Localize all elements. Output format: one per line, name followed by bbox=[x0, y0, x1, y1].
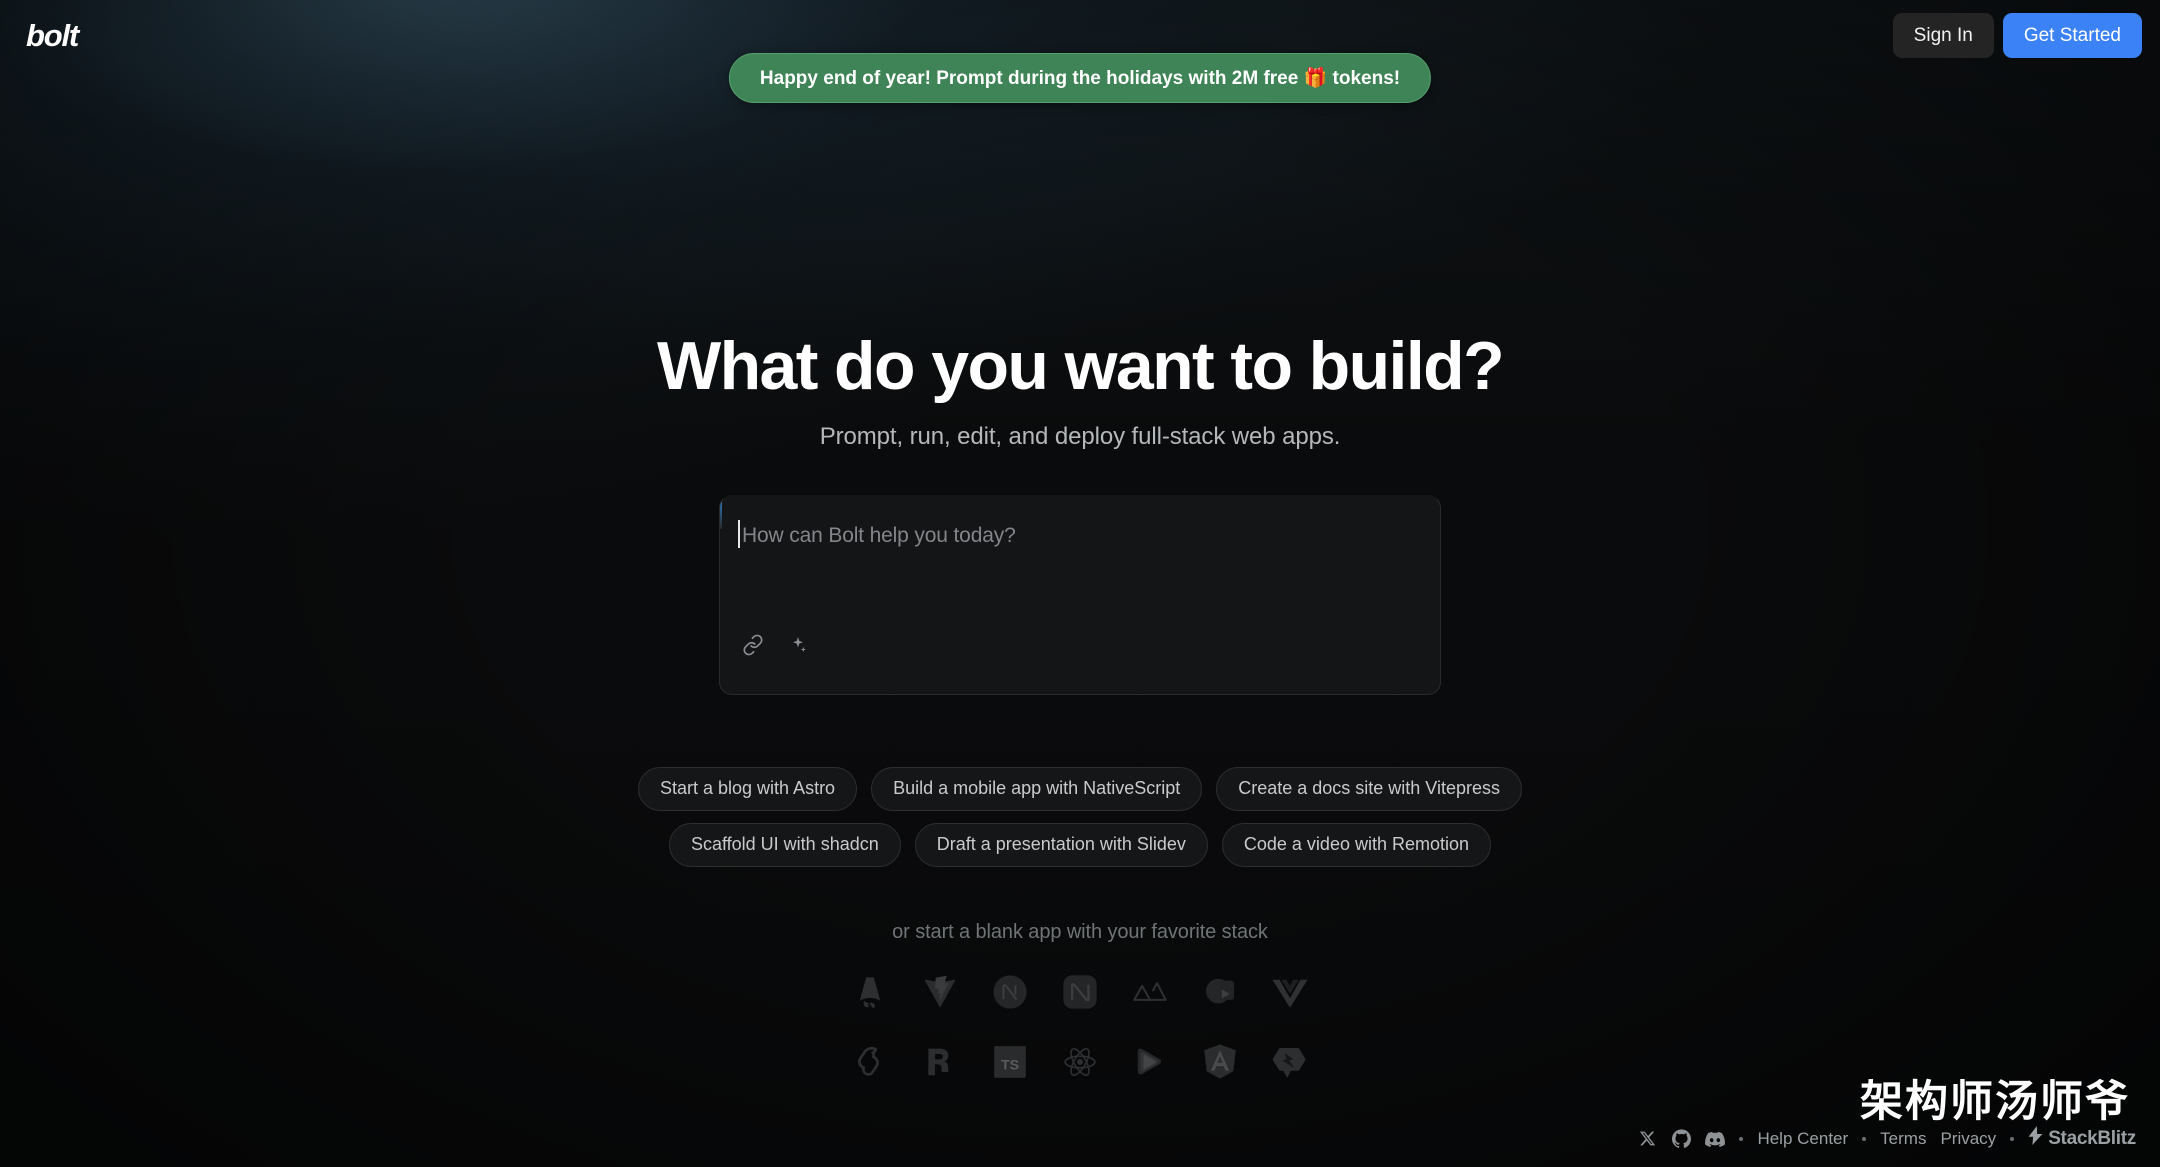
svelte-icon[interactable] bbox=[838, 1030, 902, 1094]
qwik-circle-icon[interactable] bbox=[1188, 960, 1252, 1024]
footer-social-icons bbox=[1637, 1129, 1726, 1149]
prompt-input-box[interactable]: How can Bolt help you today? bbox=[719, 495, 1441, 696]
footer-link-privacy[interactable]: Privacy bbox=[1940, 1129, 1996, 1149]
page-subtitle: Prompt, run, edit, and deploy full-stack… bbox=[819, 423, 1341, 451]
bolt-landing-page: bolt Sign In Get Started Happy end of ye… bbox=[0, 0, 2160, 1167]
react-icon[interactable] bbox=[1048, 1030, 1112, 1094]
page-title: What do you want to build? bbox=[656, 328, 1505, 404]
footer-separator-dot bbox=[1862, 1136, 1867, 1141]
typescript-icon[interactable]: TS bbox=[978, 1030, 1042, 1094]
stackblitz-brand[interactable]: StackBlitz bbox=[2028, 1126, 2136, 1151]
suggestion-chip[interactable]: Create a docs site with Vitepress bbox=[1216, 767, 1523, 812]
promo-banner[interactable]: Happy end of year! Prompt during the hol… bbox=[728, 53, 1432, 103]
nuxt-icon[interactable] bbox=[1118, 960, 1182, 1024]
github-icon[interactable] bbox=[1671, 1129, 1691, 1149]
header-actions: Sign In Get Started bbox=[1892, 12, 2142, 58]
solid-icon[interactable] bbox=[1118, 1030, 1182, 1094]
text-caret bbox=[738, 520, 740, 549]
footer: Help Center Terms Privacy StackBlitz bbox=[1637, 1126, 2136, 1151]
enhance-prompt-icon[interactable] bbox=[785, 632, 811, 658]
x-icon[interactable] bbox=[1637, 1129, 1657, 1149]
stackblitz-label: StackBlitz bbox=[2048, 1127, 2136, 1149]
footer-link-help-center[interactable]: Help Center bbox=[1757, 1129, 1848, 1149]
lightning-bolt-icon bbox=[2028, 1126, 2043, 1151]
prompt-toolbar bbox=[740, 632, 811, 658]
discord-icon[interactable] bbox=[1705, 1129, 1726, 1149]
astro-icon[interactable] bbox=[838, 960, 902, 1024]
suggestion-chip[interactable]: Scaffold UI with shadcn bbox=[668, 823, 901, 867]
vite-icon[interactable] bbox=[908, 960, 972, 1024]
suggestion-chip[interactable]: Draft a presentation with Slidev bbox=[914, 823, 1208, 867]
attach-icon[interactable] bbox=[740, 632, 766, 658]
stack-label: or start a blank app with your favorite … bbox=[892, 920, 1268, 943]
bolt-logo[interactable]: bolt bbox=[20, 20, 79, 51]
nextjs-icon[interactable] bbox=[978, 960, 1042, 1024]
suggestion-chip[interactable]: Code a video with Remotion bbox=[1221, 823, 1492, 867]
main-stage: What do you want to build? Prompt, run, … bbox=[0, 0, 2160, 1167]
qwik-icon[interactable] bbox=[1258, 1030, 1322, 1094]
angular-icon[interactable] bbox=[1188, 1030, 1252, 1094]
prompt-wrapper: How can Bolt help you today? bbox=[719, 495, 1441, 696]
footer-separator-dot bbox=[1739, 1136, 1744, 1141]
suggestion-chip[interactable]: Start a blog with Astro bbox=[637, 767, 858, 812]
prompt-placeholder: How can Bolt help you today? bbox=[742, 524, 1016, 548]
footer-separator-dot bbox=[2010, 1136, 2015, 1141]
svg-text:TS: TS bbox=[1001, 1057, 1019, 1073]
suggestion-chips: Start a blog with Astro Build a mobile a… bbox=[630, 767, 1530, 867]
sign-in-button[interactable]: Sign In bbox=[1892, 12, 1994, 58]
vue-icon[interactable] bbox=[1258, 960, 1322, 1024]
footer-link-terms[interactable]: Terms bbox=[1880, 1129, 1926, 1149]
nuxt-square-icon[interactable] bbox=[1048, 960, 1112, 1024]
get-started-button[interactable]: Get Started bbox=[2002, 12, 2142, 58]
stack-grid: TS bbox=[815, 960, 1345, 1094]
suggestion-chip[interactable]: Build a mobile app with NativeScript bbox=[871, 767, 1203, 812]
remix-icon[interactable] bbox=[908, 1030, 972, 1094]
